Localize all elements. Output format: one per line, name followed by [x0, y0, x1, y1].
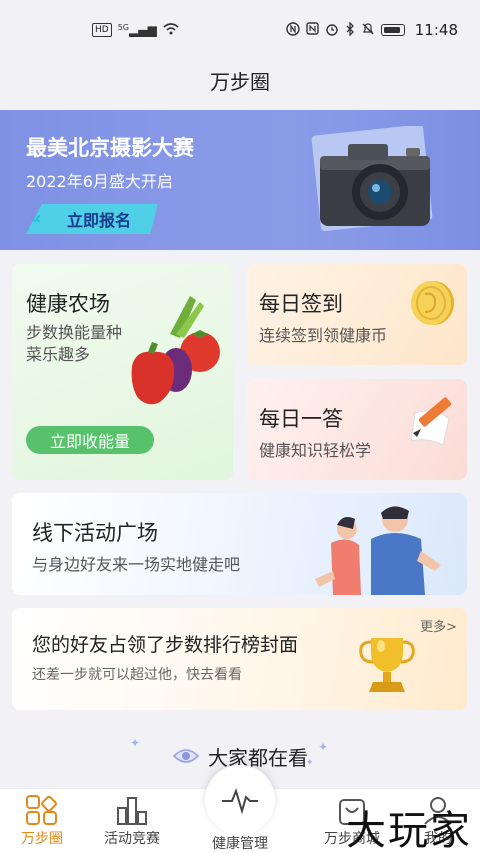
pulse-icon: [222, 787, 258, 815]
nfc-n-icon: [306, 22, 319, 38]
health-farm-card[interactable]: 健康农场 步数换能量种菜乐趣多 立即收能量: [12, 264, 233, 480]
watermark-logo: 大玩家: [346, 808, 472, 853]
runners-icon: [315, 506, 441, 595]
daily-checkin-card[interactable]: 每日签到 连续签到领健康币: [247, 264, 467, 365]
farm-subtitle: 步数换能量种菜乐趣多: [26, 323, 123, 364]
ranking-title: 您的好友占领了步数排行榜封面: [32, 634, 299, 656]
mute-icon: [361, 22, 375, 39]
tab-label: 万步圈: [21, 831, 63, 847]
tab-health-management[interactable]: 健康管理: [190, 833, 290, 853]
ranking-card[interactable]: 您的好友占领了步数排行榜封面 还差一步就可以超过他，快去看看 更多>: [12, 608, 467, 710]
page-title: 万步圈: [210, 70, 270, 94]
bar-chart-icon: [112, 792, 152, 828]
collect-energy-button[interactable]: 立即收能量: [26, 426, 154, 454]
register-button[interactable]: « 立即报名: [26, 204, 158, 234]
double-chevron-icon: «: [30, 208, 42, 229]
sparkle-icon: ✦: [130, 736, 141, 750]
banner-title: 最美北京摄影大赛: [26, 136, 194, 160]
activity-title: 线下活动广场: [32, 521, 158, 545]
activity-subtitle: 与身边好友来一场实地健走吧: [32, 555, 241, 574]
status-time: 11:48: [414, 21, 458, 39]
status-bar: HD 5G▂▄▆ 11:48: [0, 0, 480, 60]
status-right: 11:48: [286, 20, 458, 39]
more-link[interactable]: 更多>: [420, 616, 457, 635]
farm-title: 健康农场: [26, 292, 110, 316]
tab-wanbuquan[interactable]: 万步圈: [2, 789, 82, 853]
checkin-title: 每日签到: [259, 292, 343, 316]
quiz-subtitle: 健康知识轻松学: [259, 441, 372, 460]
pencil-icon: [410, 397, 452, 446]
ranking-subtitle: 还差一步就可以超过他，快去看看: [32, 667, 242, 683]
alarm-icon: [325, 22, 339, 39]
status-left: HD 5G▂▄▆: [92, 22, 179, 38]
promo-banner[interactable]: 最美北京摄影大赛 2022年6月盛大开启 « 立即报名: [0, 110, 480, 250]
grid-icon: [22, 792, 62, 828]
battery-icon: [380, 24, 405, 36]
camera-icon: [311, 126, 433, 231]
sparkle-icon: ✦: [306, 758, 314, 768]
vegetables-icon: [131, 296, 220, 405]
eye-icon: [172, 749, 200, 763]
quiz-title: 每日一答: [259, 407, 343, 431]
register-button-label: 立即报名: [66, 211, 131, 230]
daily-quiz-card[interactable]: 每日一答 健康知识轻松学: [247, 379, 467, 480]
tab-label: 活动竞赛: [104, 831, 160, 847]
section-title: 大家都在看: [208, 745, 308, 770]
offline-activity-card[interactable]: 线下活动广场 与身边好友来一场实地健走吧: [12, 493, 467, 595]
trophy-icon: [359, 638, 415, 692]
signal-icon: 5G▂▄▆: [117, 23, 157, 37]
checkin-subtitle: 连续签到领健康币: [259, 326, 388, 345]
banner-subtitle: 2022年6月盛大开启: [26, 172, 173, 191]
bluetooth-icon: [345, 20, 355, 39]
hd-icon: HD: [92, 23, 112, 37]
sparkle-icon: ✦: [318, 740, 329, 754]
nfc-icon: [286, 21, 300, 39]
tab-activity-contest[interactable]: 活动竞赛: [92, 789, 172, 853]
health-management-button[interactable]: [205, 765, 275, 835]
coin-icon: [411, 281, 454, 325]
wifi-icon: [163, 22, 179, 38]
